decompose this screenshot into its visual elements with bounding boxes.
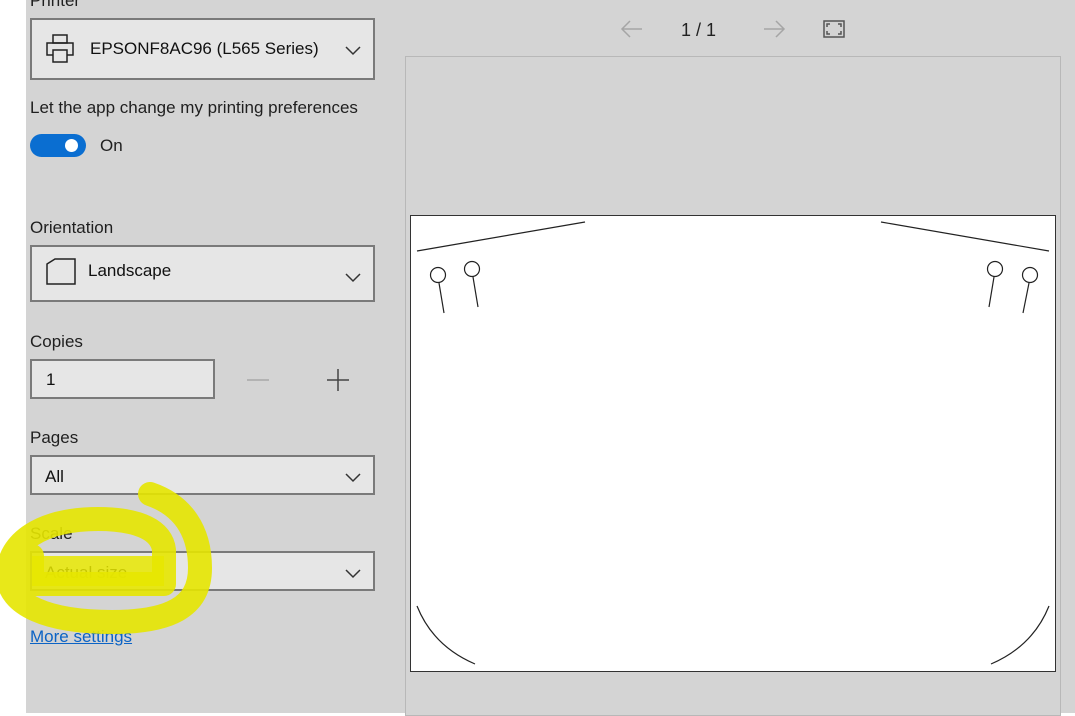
pages-label: Pages xyxy=(30,428,79,447)
page-landscape-icon xyxy=(45,258,77,291)
fullscreen-icon[interactable] xyxy=(823,20,845,43)
arrow-left-icon[interactable] xyxy=(620,18,644,45)
printer-label: Printer xyxy=(30,0,81,10)
orientation-label: Orientation xyxy=(30,218,114,237)
more-settings-link[interactable]: More settings xyxy=(30,627,132,647)
scale-selected-value: Actual size xyxy=(45,563,128,582)
page-drawing xyxy=(416,221,1050,665)
copies-input[interactable]: 1 xyxy=(30,359,215,399)
scale-select[interactable]: Actual size xyxy=(30,551,375,591)
orientation-selected-value: Landscape xyxy=(88,261,172,280)
preferences-toggle[interactable] xyxy=(30,134,86,157)
pages-selected-value: All xyxy=(45,467,64,486)
minus-icon[interactable] xyxy=(246,370,270,395)
pages-select[interactable]: All xyxy=(30,455,375,495)
chevron-down-icon xyxy=(345,270,361,288)
preview-page xyxy=(410,215,1056,672)
printer-selected-value: EPSONF8AC96 (L565 Series) xyxy=(90,39,319,58)
preferences-label: Let the app change my printing preferenc… xyxy=(30,98,358,117)
scale-label: Scale xyxy=(30,524,73,543)
plus-icon[interactable] xyxy=(326,368,350,397)
printer-icon xyxy=(44,33,76,70)
chevron-down-icon xyxy=(345,43,361,61)
orientation-select[interactable]: Landscape xyxy=(30,245,375,302)
toggle-knob xyxy=(65,139,78,152)
chevron-down-icon xyxy=(345,566,361,584)
toggle-state-label: On xyxy=(100,136,123,155)
chevron-down-icon xyxy=(345,470,361,488)
copies-value: 1 xyxy=(46,370,56,389)
page-indicator: 1 / 1 xyxy=(681,20,717,40)
arrow-right-icon[interactable] xyxy=(762,18,786,45)
printer-select[interactable]: EPSONF8AC96 (L565 Series) xyxy=(30,18,375,80)
copies-label: Copies xyxy=(30,332,83,351)
